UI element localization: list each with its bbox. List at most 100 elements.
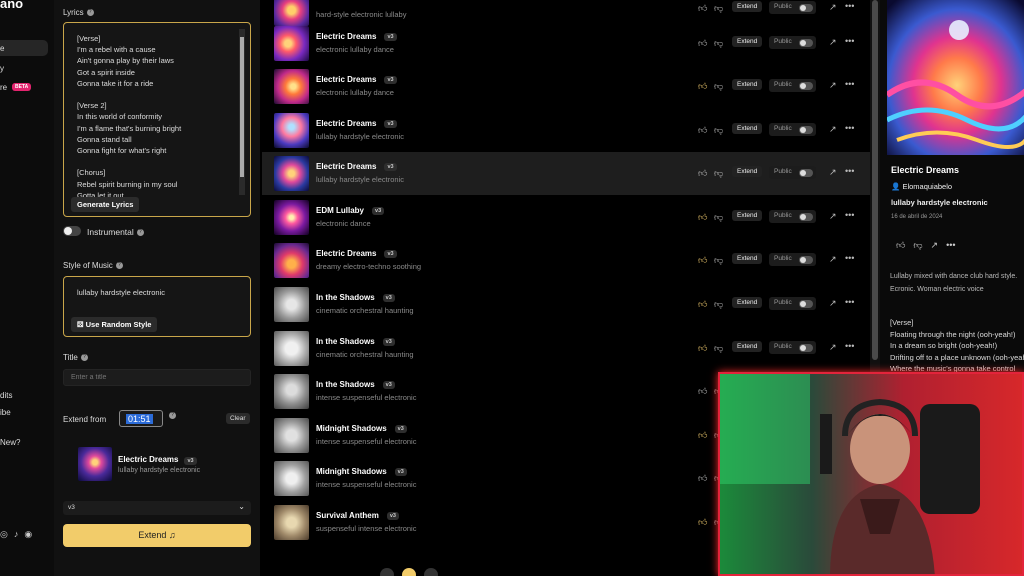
song-title[interactable]: In the Shadows v3 <box>316 380 395 389</box>
sidebar-item-credits[interactable]: dits <box>0 391 12 400</box>
toggle-switch[interactable] <box>799 213 813 221</box>
share-icon[interactable]: ↗ <box>829 37 837 48</box>
more-icon[interactable]: ••• <box>845 1 854 11</box>
song-cover[interactable] <box>274 26 309 61</box>
song-cover[interactable] <box>274 113 309 148</box>
toggle-switch[interactable] <box>799 4 813 12</box>
thumbs-up-icon[interactable]: 👍︎ <box>698 473 707 484</box>
toggle-switch[interactable] <box>799 39 813 47</box>
more-icon[interactable]: ••• <box>845 253 854 263</box>
thumbs-up-icon[interactable]: 👍︎ <box>896 240 905 251</box>
song-title[interactable]: Electric Dreams v3 <box>316 249 397 258</box>
song-row[interactable]: Electric Dreams v3 electronic lullaby danc… <box>262 65 870 108</box>
more-icon[interactable]: ••• <box>845 341 854 351</box>
random-style-button[interactable]: ⚄ Use Random Style <box>71 317 158 332</box>
extend-song-button[interactable]: Extend <box>732 297 763 308</box>
thumbs-up-icon[interactable]: 👍︎ <box>698 299 707 310</box>
instagram-icon[interactable]: ◎ <box>0 529 8 540</box>
song-cover[interactable] <box>274 287 309 322</box>
play-icon[interactable] <box>402 568 416 576</box>
toggle-switch[interactable] <box>799 126 813 134</box>
share-icon[interactable]: ↗ <box>829 298 837 309</box>
sidebar-item-library[interactable]: y <box>0 64 4 73</box>
model-select[interactable]: v3 ⌄ <box>63 501 251 515</box>
song-cover[interactable] <box>274 243 309 278</box>
song-title[interactable]: Midnight Shadows v3 <box>316 424 407 433</box>
song-title[interactable]: Electric Dreams v3 <box>316 75 397 84</box>
help-icon[interactable]: ? <box>80 354 88 362</box>
thumbs-up-icon[interactable]: 👍︎ <box>698 343 707 354</box>
song-title[interactable]: Electric Dreams v3 <box>316 162 397 171</box>
thumbs-up-icon[interactable]: 👍︎ <box>698 212 707 223</box>
more-icon[interactable]: ••• <box>845 123 854 133</box>
sidebar-item-create[interactable]: e <box>0 40 48 56</box>
share-icon[interactable]: ↗ <box>829 2 837 13</box>
help-icon[interactable]: ? <box>169 412 176 419</box>
song-cover[interactable] <box>274 374 309 409</box>
thumbs-up-icon[interactable]: 👍︎ <box>698 81 707 92</box>
thumbs-down-icon[interactable]: 👎︎ <box>714 125 723 136</box>
extend-song-button[interactable]: Extend <box>732 79 763 90</box>
thumbs-down-icon[interactable]: 👎︎ <box>714 81 723 92</box>
share-icon[interactable]: ↗ <box>829 124 837 135</box>
title-input[interactable] <box>63 369 251 386</box>
more-icon[interactable]: ••• <box>845 36 854 46</box>
thumbs-down-icon[interactable]: 👎︎ <box>714 168 723 179</box>
thumbs-up-icon[interactable]: 👍︎ <box>698 517 707 528</box>
share-icon[interactable]: ↗ <box>931 240 939 251</box>
song-cover[interactable] <box>274 156 309 191</box>
more-icon[interactable]: ••• <box>845 210 854 220</box>
share-icon[interactable]: ↗ <box>829 167 837 178</box>
help-icon[interactable]: ? <box>136 229 144 237</box>
song-cover[interactable] <box>274 200 309 235</box>
song-row[interactable]: Electric Dreams v3 lullaby hardstyle elect… <box>262 109 870 152</box>
lyrics-textarea[interactable]: [Verse] I'm a rebel with a cause Ain't g… <box>63 22 251 217</box>
toggle-switch[interactable] <box>799 256 813 264</box>
help-icon[interactable]: ? <box>115 262 123 270</box>
thumbs-down-icon[interactable]: 👎︎ <box>714 38 723 49</box>
extend-song-button[interactable]: Extend <box>732 253 763 264</box>
toggle-switch[interactable] <box>799 344 813 352</box>
song-row[interactable]: Electric Dreams v3 dreamy electro-techno s… <box>262 239 870 282</box>
share-icon[interactable]: ↗ <box>829 254 837 265</box>
share-icon[interactable]: ↗ <box>829 80 837 91</box>
song-row[interactable]: In the Shadows v3 cinematic orchestral hau… <box>262 327 870 370</box>
toggle-switch[interactable] <box>799 300 813 308</box>
thumbs-down-icon[interactable]: 👎︎ <box>714 343 723 354</box>
song-title[interactable]: Midnight Shadows v3 <box>316 467 407 476</box>
extend-song-button[interactable]: Extend <box>732 123 763 134</box>
song-title[interactable]: In the Shadows v3 <box>316 337 395 346</box>
extend-button[interactable]: Extend ♫ <box>63 524 251 547</box>
song-cover[interactable] <box>274 418 309 453</box>
more-icon[interactable]: ••• <box>946 240 955 251</box>
more-icon[interactable]: ••• <box>845 297 854 307</box>
sidebar-item-whats-new[interactable]: New? <box>0 438 20 447</box>
song-cover[interactable] <box>274 331 309 366</box>
thumbs-up-icon[interactable]: 👍︎ <box>698 168 707 179</box>
song-cover[interactable] <box>274 505 309 540</box>
extend-time-input[interactable]: 01:51 <box>119 410 163 427</box>
extend-song-button[interactable]: Extend <box>732 1 763 12</box>
song-title[interactable]: EDM Lullaby v3 <box>316 206 385 215</box>
help-icon[interactable]: ? <box>86 9 94 17</box>
discord-icon[interactable]: ◉ <box>24 529 32 540</box>
public-toggle[interactable]: Public <box>769 79 816 92</box>
song-title[interactable]: Electric Dreams v3 <box>316 119 397 128</box>
thumbs-down-icon[interactable]: 👎︎ <box>714 255 723 266</box>
extend-song-button[interactable]: Extend <box>732 36 763 47</box>
public-toggle[interactable]: Public <box>769 210 816 223</box>
thumbs-up-icon[interactable]: 👍︎ <box>698 255 707 266</box>
song-row[interactable]: Electric Dreams v3 lullaby hardstyle elect… <box>262 152 870 195</box>
sidebar-item-subscribe[interactable]: ibe <box>0 408 11 417</box>
previous-icon[interactable] <box>380 568 394 576</box>
more-icon[interactable]: ••• <box>845 79 854 89</box>
thumbs-up-icon[interactable]: 👍︎ <box>698 3 707 14</box>
extend-song-button[interactable]: Extend <box>732 166 763 177</box>
public-toggle[interactable]: Public <box>769 341 816 354</box>
clear-button[interactable]: Clear <box>226 413 250 424</box>
public-toggle[interactable]: Public <box>769 297 816 310</box>
public-toggle[interactable]: Public <box>769 253 816 266</box>
extend-song-button[interactable]: Extend <box>732 210 763 221</box>
public-toggle[interactable]: Public <box>769 1 816 14</box>
share-icon[interactable]: ↗ <box>829 211 837 222</box>
